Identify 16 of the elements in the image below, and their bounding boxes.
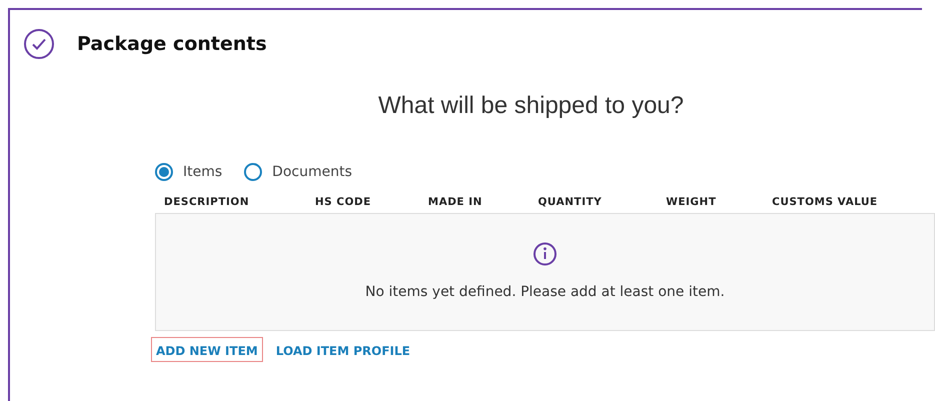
info-icon: [533, 242, 557, 266]
radio-dot[interactable]: [155, 163, 173, 181]
radio-dot[interactable]: [244, 163, 262, 181]
column-header: QUANTITY: [538, 196, 602, 208]
column-header: CUSTOMS VALUE: [772, 196, 878, 208]
question-heading: What will be shipped to you?: [377, 92, 685, 120]
column-header: DESCRIPTION: [164, 196, 250, 208]
column-header: WEIGHT: [666, 196, 716, 208]
shipment-type-radio[interactable]: Documents: [244, 163, 352, 181]
column-header: MADE IN: [428, 196, 482, 208]
empty-message: No items yet defined. Please add at least one item.: [365, 284, 725, 300]
action-link[interactable]: ADD NEW ITEM: [151, 337, 263, 362]
section-title: Package contents: [77, 33, 267, 55]
shipment-type-radio[interactable]: Items: [155, 163, 222, 181]
column-header: HS CODE: [315, 196, 372, 208]
action-link[interactable]: LOAD ITEM PROFILE: [270, 337, 416, 362]
